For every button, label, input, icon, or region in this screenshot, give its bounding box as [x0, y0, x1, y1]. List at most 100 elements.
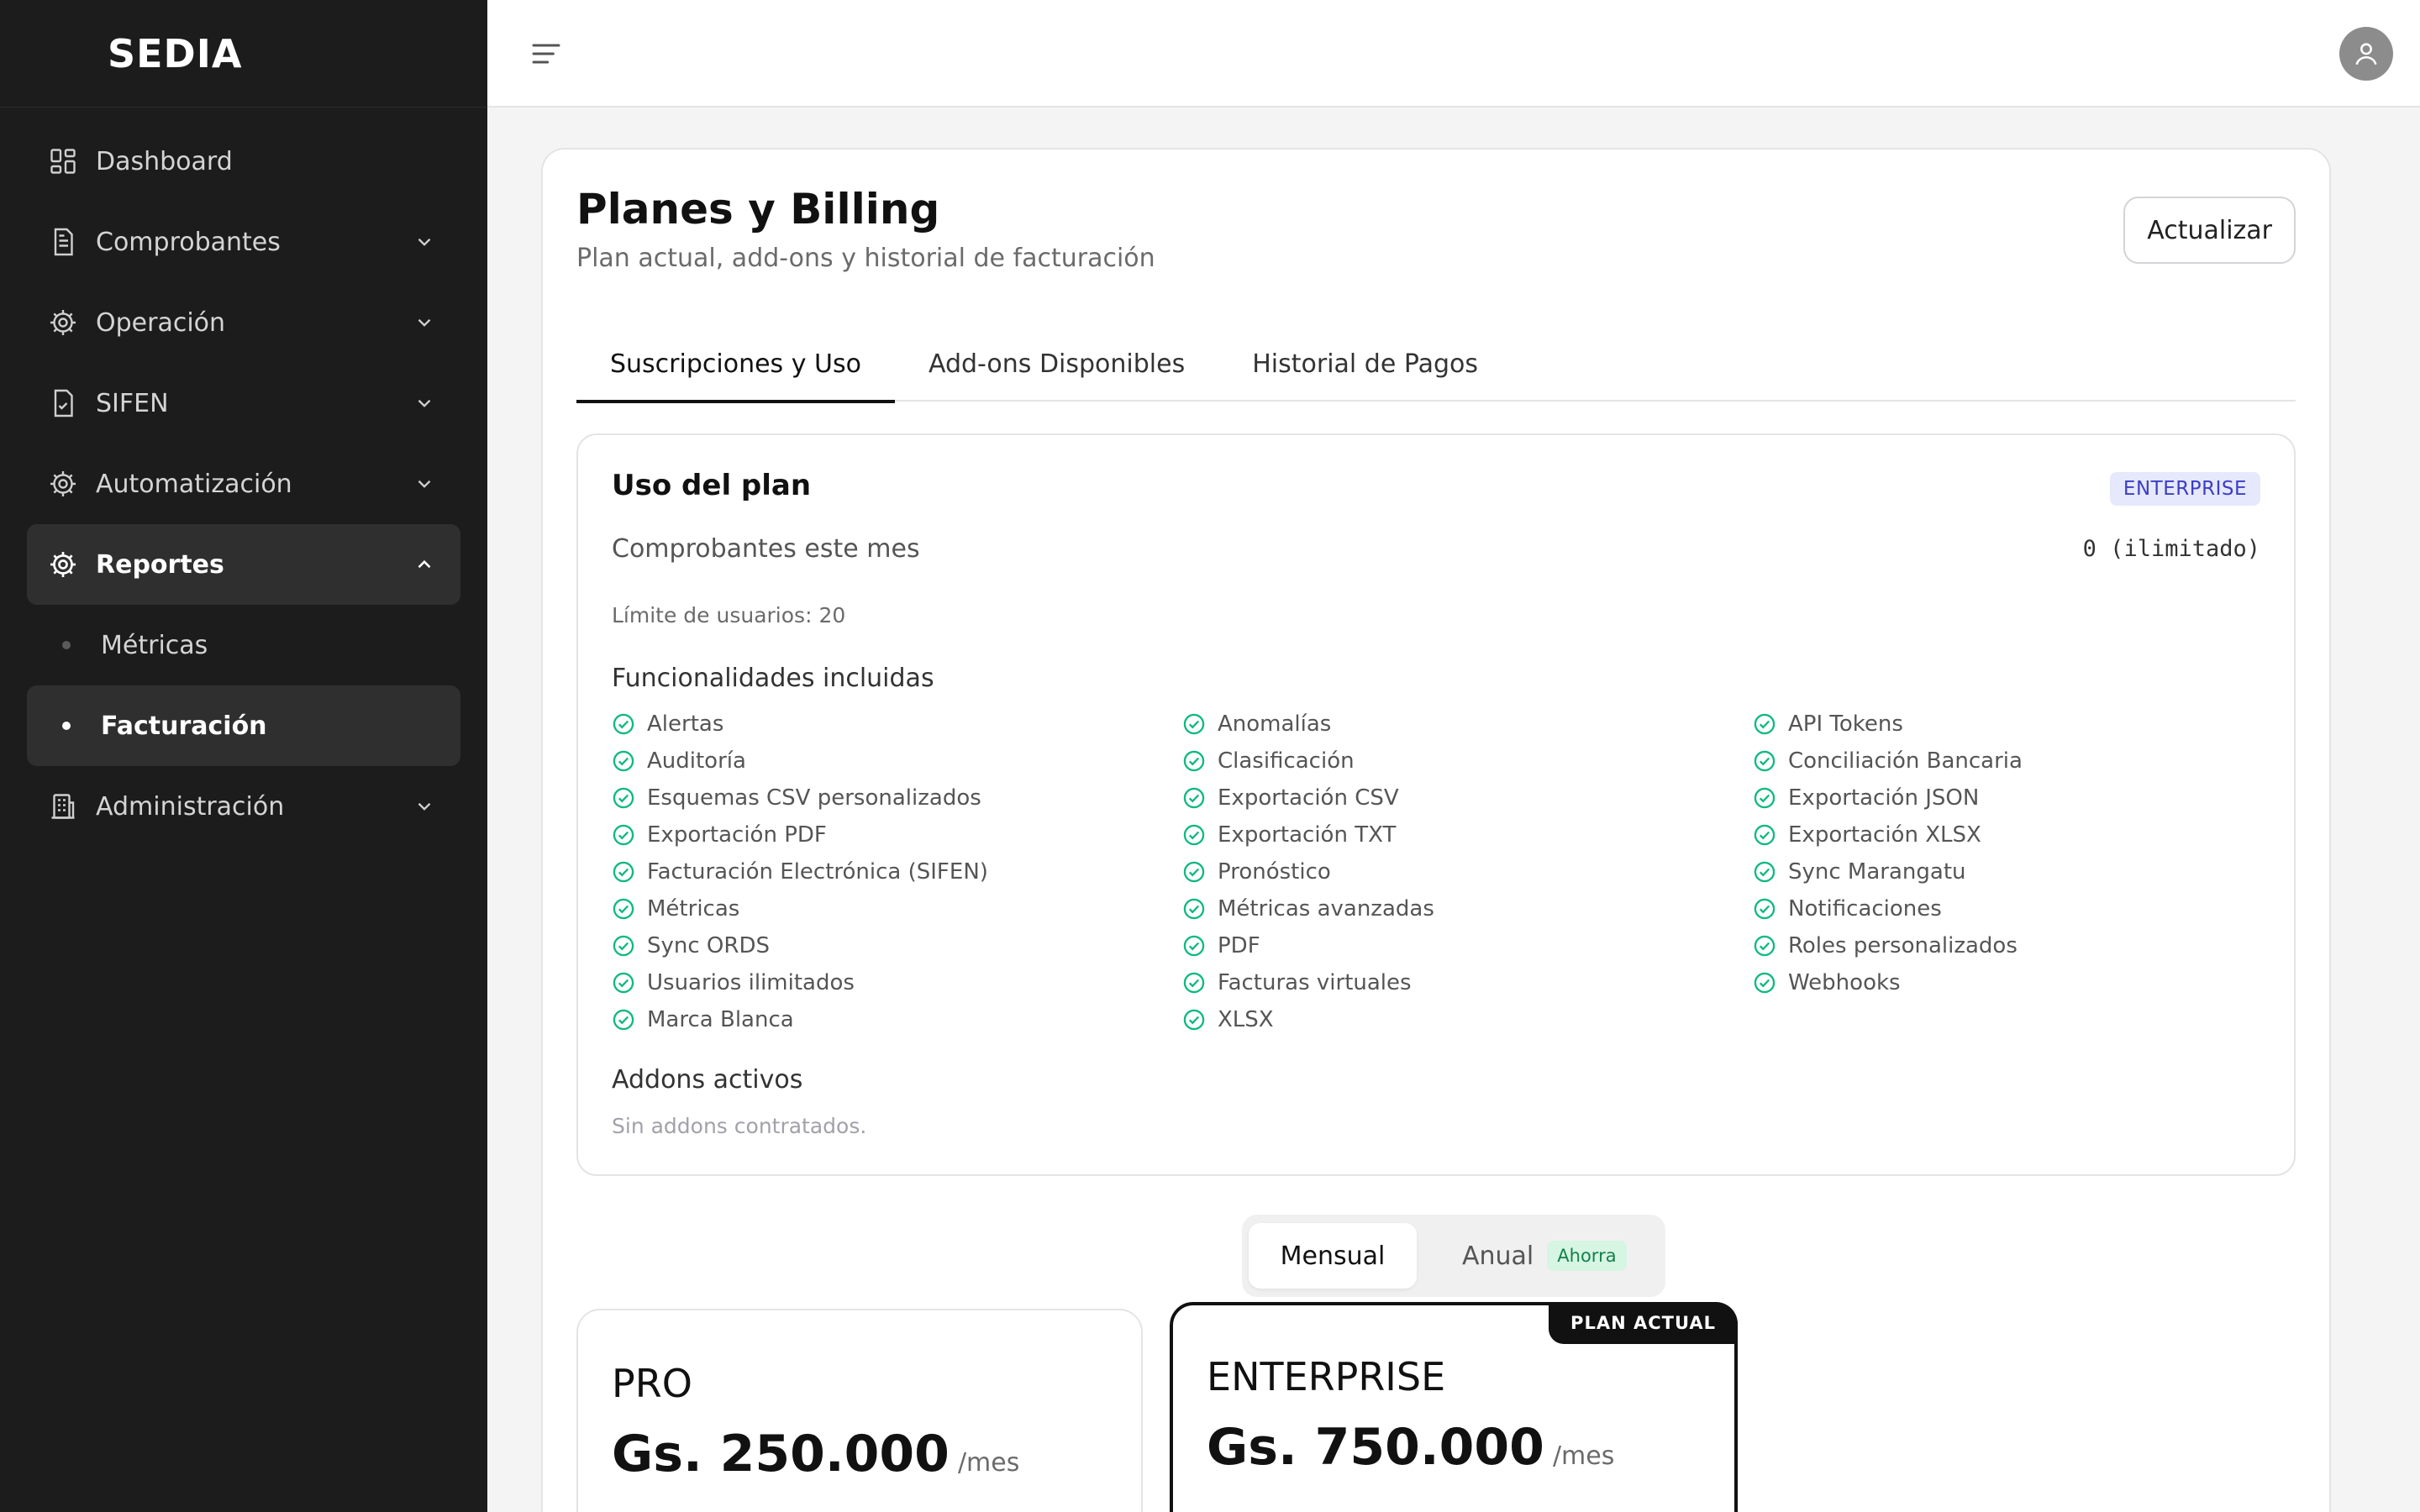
- plan-card-pro[interactable]: PRO Gs. 250.000 /mes: [576, 1309, 1143, 1512]
- plan-price: Gs. 250.000 /mes: [612, 1425, 1019, 1483]
- feature-label: Webhooks: [1788, 970, 1901, 995]
- chevron-down-icon: [418, 318, 431, 327]
- check-circle-icon: [613, 750, 634, 772]
- plan-card-enterprise[interactable]: PLAN ACTUAL ENTERPRISE Gs. 750.000 /mes: [1170, 1302, 1738, 1512]
- feature-item: XLSX: [1182, 1001, 1753, 1038]
- feature-item: Alertas: [612, 706, 1182, 743]
- plan-price-value: Gs. 250.000: [612, 1425, 950, 1483]
- feature-label: Roles personalizados: [1788, 933, 2018, 958]
- feature-label: Exportación PDF: [647, 822, 827, 848]
- check-circle-icon: [613, 787, 634, 809]
- chevron-down-icon: [418, 480, 431, 488]
- sidebar-item-sifen[interactable]: SIFEN: [27, 363, 460, 444]
- check-circle-icon: [1754, 861, 1776, 883]
- feature-label: Conciliación Bancaria: [1788, 748, 2023, 774]
- sidebar-item-reportes[interactable]: Reportes: [27, 524, 460, 605]
- feature-label: Métricas: [647, 896, 740, 921]
- sidebar-subitem-metricas[interactable]: Métricas: [27, 605, 460, 685]
- feature-label: Alertas: [647, 711, 724, 737]
- chevron-down-icon: [418, 238, 431, 246]
- plan-badge: ENTERPRISE: [2109, 472, 2260, 506]
- feature-label: Sync ORDS: [647, 933, 770, 958]
- user-limit: Límite de usuarios: 20: [612, 603, 846, 627]
- plan-usage-panel: Uso del plan ENTERPRISE Comprobantes est…: [576, 433, 2296, 1176]
- building-icon: [47, 790, 79, 822]
- sidebar-item-label: SIFEN: [96, 388, 169, 418]
- document-icon: [47, 226, 79, 258]
- billing-period-toggle: Mensual Anual Ahorra: [1242, 1215, 1665, 1297]
- monthly-option[interactable]: Mensual: [1249, 1223, 1417, 1289]
- plan-price-value: Gs. 750.000: [1207, 1418, 1544, 1477]
- sidebar-item-label: Reportes: [96, 549, 224, 580]
- sidebar-item-operacion[interactable]: Operación: [27, 282, 460, 363]
- tab-historial[interactable]: Historial de Pagos: [1218, 326, 1512, 402]
- check-circle-icon: [1183, 824, 1205, 846]
- feature-item: Anomalías: [1182, 706, 1753, 743]
- feature-label: Notificaciones: [1788, 896, 1942, 921]
- feature-label: Sync Marangatu: [1788, 859, 1966, 885]
- sidebar-item-dashboard[interactable]: Dashboard: [27, 121, 460, 202]
- check-circle-icon: [613, 861, 634, 883]
- check-circle-icon: [613, 713, 634, 735]
- menu-icon[interactable]: [529, 37, 563, 71]
- check-circle-icon: [1183, 750, 1205, 772]
- check-circle-icon: [613, 898, 634, 920]
- feature-label: Pronóstico: [1218, 859, 1331, 885]
- check-circle-icon: [1183, 972, 1205, 994]
- feature-item: Usuarios ilimitados: [612, 964, 1182, 1001]
- feature-label: Esquemas CSV personalizados: [647, 785, 981, 811]
- check-circle-icon: [1754, 935, 1776, 957]
- feature-item: Exportación XLSX: [1753, 816, 2323, 853]
- feature-item: API Tokens: [1753, 706, 2323, 743]
- feature-label: Exportación TXT: [1218, 822, 1397, 848]
- check-circle-icon: [613, 1009, 634, 1031]
- check-circle-icon: [1754, 713, 1776, 735]
- sidebar-subitem-facturacion[interactable]: Facturación: [27, 685, 460, 766]
- bullet-dot-icon: [62, 641, 71, 649]
- feature-label: Exportación XLSX: [1788, 822, 1981, 848]
- check-circle-icon: [1183, 935, 1205, 957]
- sidebar-item-automatizacion[interactable]: Automatización: [27, 444, 460, 524]
- feature-item: Webhooks: [1753, 964, 2323, 1001]
- feature-item: Sync Marangatu: [1753, 853, 2323, 890]
- check-circle-icon: [1754, 898, 1776, 920]
- feature-item: Marca Blanca: [612, 1001, 1182, 1038]
- gear-icon: [47, 549, 79, 580]
- sidebar-item-comprobantes[interactable]: Comprobantes: [27, 202, 460, 282]
- check-circle-icon: [1183, 898, 1205, 920]
- check-circle-icon: [613, 935, 634, 957]
- user-avatar[interactable]: [2339, 27, 2393, 81]
- tab-addons[interactable]: Add-ons Disponibles: [895, 326, 1218, 402]
- annual-option[interactable]: Anual Ahorra: [1462, 1223, 1627, 1289]
- feature-label: PDF: [1218, 933, 1260, 958]
- chevron-down-icon: [418, 802, 431, 811]
- check-circle-icon: [613, 972, 634, 994]
- check-circle-icon: [1754, 787, 1776, 809]
- feature-item: Pronóstico: [1182, 853, 1753, 890]
- sidebar: SEDIA Dashboard Comprobantes Operación S…: [0, 0, 487, 1512]
- current-plan-badge: PLAN ACTUAL: [1549, 1302, 1738, 1344]
- tab-suscripciones[interactable]: Suscripciones y Uso: [576, 326, 895, 403]
- feature-label: Exportación CSV: [1218, 785, 1399, 811]
- feature-label: Facturas virtuales: [1218, 970, 1412, 995]
- check-circle-icon: [1754, 824, 1776, 846]
- feature-item: Exportación PDF: [612, 816, 1182, 853]
- dashboard-icon: [47, 145, 79, 177]
- feature-item: Facturación Electrónica (SIFEN): [612, 853, 1182, 890]
- feature-label: Auditoría: [647, 748, 746, 774]
- check-circle-icon: [1754, 972, 1776, 994]
- feature-item: Métricas: [612, 890, 1182, 927]
- feature-label: API Tokens: [1788, 711, 1903, 737]
- feature-item: Auditoría: [612, 743, 1182, 780]
- refresh-button[interactable]: Actualizar: [2123, 197, 2296, 264]
- sidebar-item-administracion[interactable]: Administración: [27, 766, 460, 847]
- plan-price: Gs. 750.000 /mes: [1207, 1418, 1614, 1477]
- feature-item: Exportación CSV: [1182, 780, 1753, 816]
- feature-item: Conciliación Bancaria: [1753, 743, 2323, 780]
- features-title: Funcionalidades incluidas: [612, 664, 934, 693]
- feature-item: Sync ORDS: [612, 927, 1182, 964]
- feature-label: Facturación Electrónica (SIFEN): [647, 859, 988, 885]
- feature-item: Exportación TXT: [1182, 816, 1753, 853]
- check-circle-icon: [1183, 1009, 1205, 1031]
- chevron-down-icon: [418, 399, 431, 407]
